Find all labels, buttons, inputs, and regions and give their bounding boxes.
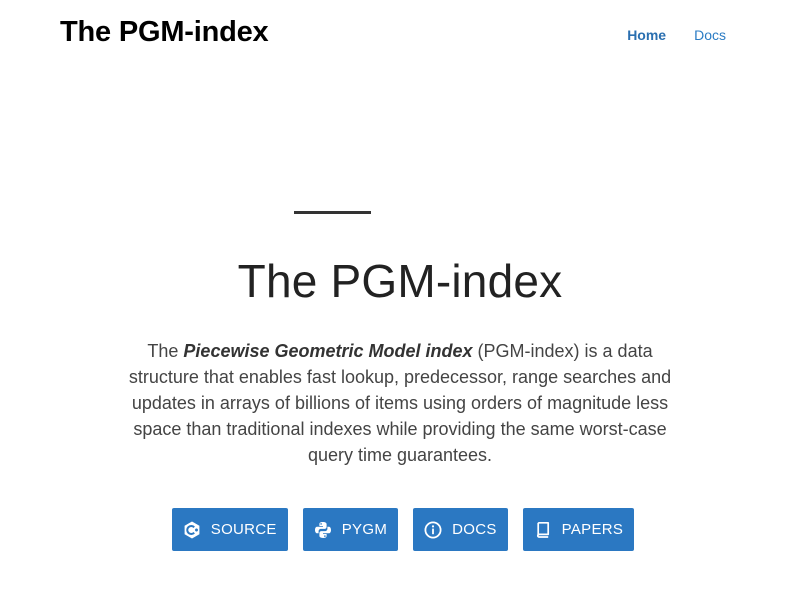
description-emphasis: Piecewise Geometric Model index [183,341,473,361]
description-prefix: The [147,341,184,361]
papers-button[interactable]: PAPERS [522,508,635,551]
source-button-label: SOURCE [210,521,277,538]
nav-link-docs[interactable]: Docs [694,27,726,43]
papers-button-label: PAPERS [561,521,624,538]
book-icon [534,521,552,539]
hero-description: The Piecewise Geometric Model index (PGM… [120,338,680,468]
info-icon [424,521,442,539]
site-brand-link[interactable]: The PGM-index [60,16,269,49]
top-navbar: The PGM-index Home Docs [0,0,800,70]
main-nav: Home Docs [627,27,726,43]
cpp-icon [183,521,201,539]
page-title: The PGM-index [237,255,563,307]
docs-button[interactable]: DOCS [413,508,508,551]
nav-link-home[interactable]: Home [627,27,666,43]
source-button[interactable]: SOURCE [171,508,288,551]
pygm-button[interactable]: PYGM [302,508,399,551]
python-icon [314,521,332,539]
hero-divider [294,211,371,214]
pygm-button-label: PYGM [341,521,388,538]
docs-button-label: DOCS [452,521,497,538]
action-buttons: SOURCE PYGM DOCS PAPERS [0,508,800,551]
